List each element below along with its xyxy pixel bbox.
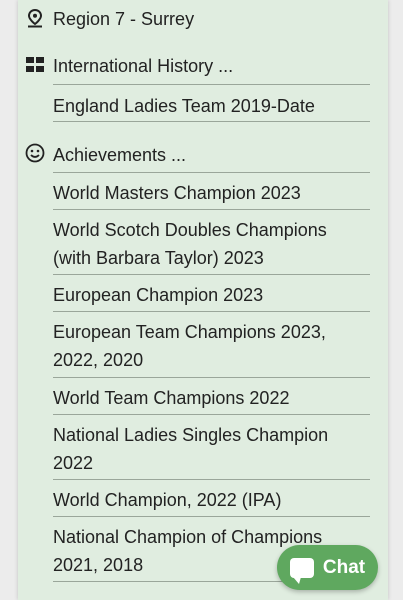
chat-bubble-icon	[289, 557, 314, 584]
list-item: National Ladies Singles Champion 2022	[53, 415, 370, 480]
region-label: Region 7 - Surrey	[53, 9, 195, 29]
list-item: World Masters Champion 2023	[53, 173, 370, 210]
profile-panel: Region 7 - Surrey International History …	[18, 0, 388, 600]
divider	[53, 84, 370, 85]
location-pin-icon	[25, 8, 45, 28]
list-item: England Ladies Team 2019-Date	[53, 86, 370, 122]
achievements-heading: Achievements ...	[18, 142, 388, 168]
achievements-title: Achievements ...	[53, 145, 187, 165]
list-item: World Scotch Doubles Champions (with Bar…	[53, 210, 370, 275]
chat-button[interactable]: Chat	[277, 545, 378, 590]
region-row: Region 7 - Surrey	[18, 6, 388, 32]
chat-label: Chat	[322, 556, 366, 578]
international-history-heading: International History ...	[18, 53, 388, 79]
international-history-title: International History ...	[53, 56, 234, 76]
grid-icon	[25, 55, 45, 75]
list-item: World Champion, 2022 (IPA)	[53, 480, 370, 517]
list-item: World Team Champions 2022	[53, 378, 370, 415]
list-item: European Team Champions 2023, 2022, 2020	[53, 312, 370, 378]
smiley-face-icon	[25, 143, 45, 163]
list-item: European Champion 2023	[53, 275, 370, 312]
